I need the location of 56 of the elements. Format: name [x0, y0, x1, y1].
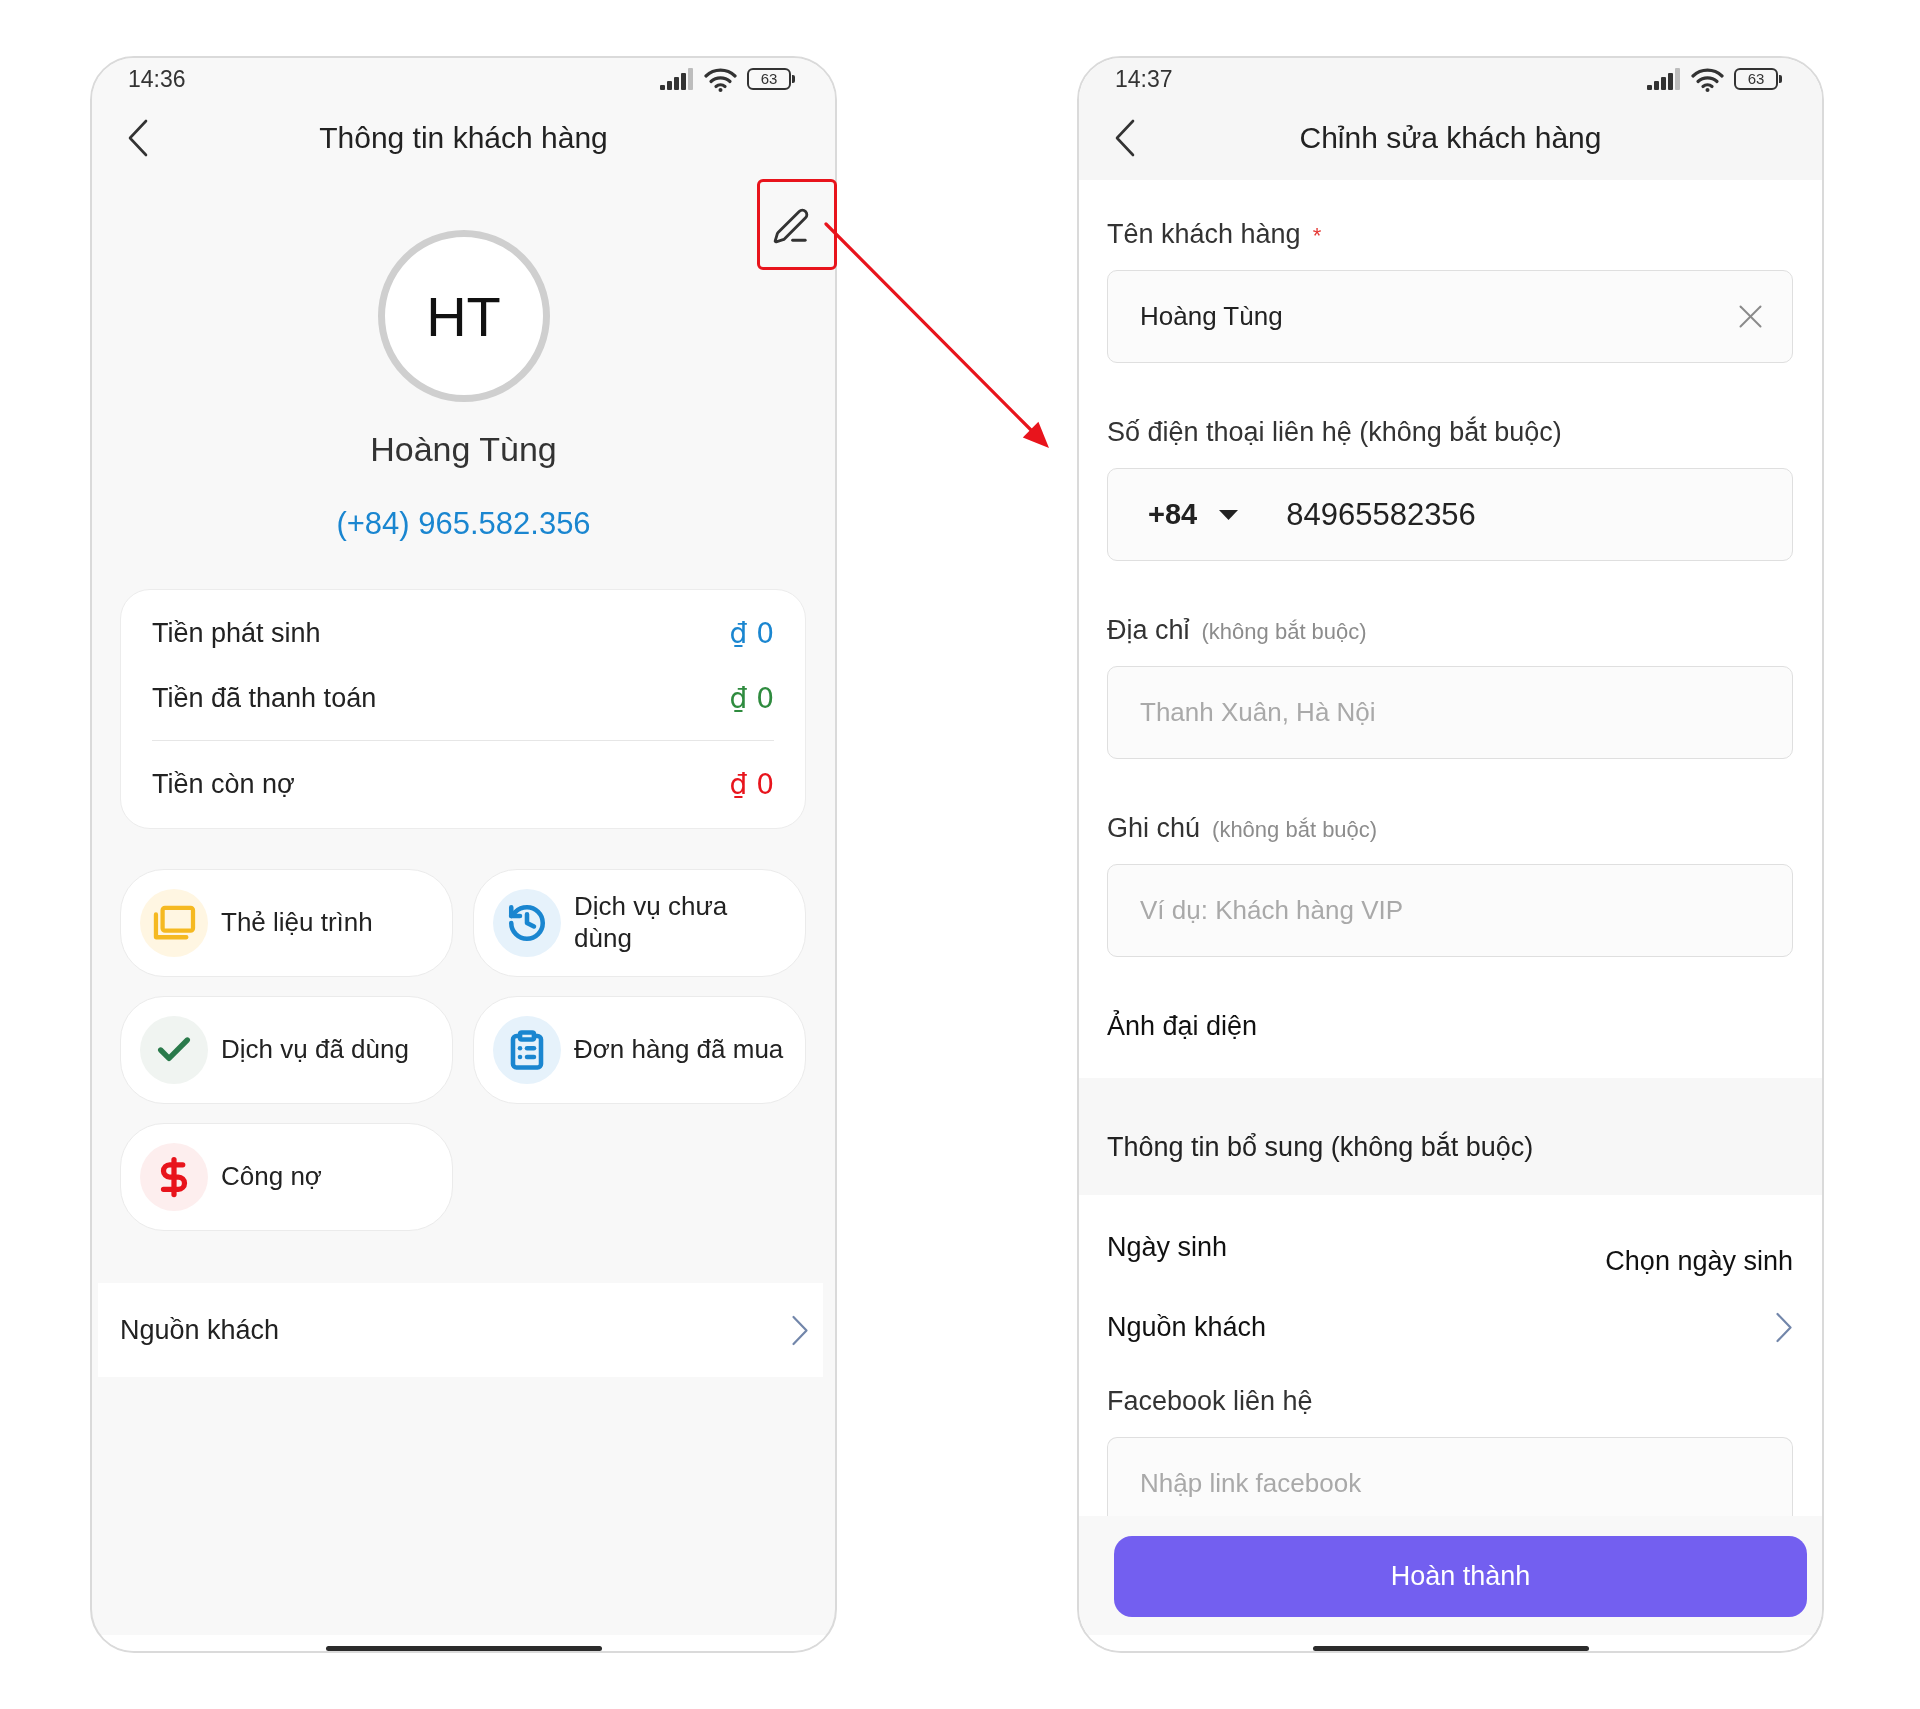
clear-icon[interactable]: [1739, 305, 1762, 328]
customer-name: Hoàng Tùng: [370, 429, 557, 469]
shortcut-tile[interactable]: Dịch vụ chưa dùng: [473, 869, 806, 977]
chevron-right-icon: [1775, 1311, 1793, 1343]
required-asterisk: *: [1312, 223, 1322, 249]
field-label: Facebook liên hệ: [1107, 1385, 1313, 1418]
shortcut-tile[interactable]: Công nợ: [120, 1123, 453, 1231]
summary-amount: ₫ 0: [729, 682, 774, 715]
pencil-icon: [772, 207, 810, 245]
input-field[interactable]: Hoàng Tùng: [1107, 270, 1793, 363]
field-label: Ghi chú: [1107, 812, 1201, 845]
summary-label: Tiền phát sinh: [152, 618, 321, 649]
summary-amount: ₫ 0: [729, 768, 774, 801]
field-label: Số điện thoại liên hệ (không bắt buộc): [1107, 415, 1562, 449]
date-picker[interactable]: Chọn ngày sinh: [1605, 1244, 1793, 1278]
field-label: Ngày sinh: [1107, 1231, 1228, 1264]
field-label: Địa chỉ: [1107, 614, 1190, 647]
signal-icon: [660, 68, 694, 90]
optional-hint: (không bắt buộc): [1212, 817, 1378, 843]
chevron-right-icon: [791, 1314, 809, 1346]
shortcut-tile[interactable]: Đơn hàng đã mua: [473, 996, 806, 1104]
submit-button[interactable]: Hoàn thành: [1114, 1536, 1807, 1617]
caret-icon: [1219, 509, 1239, 520]
source-row[interactable]: Nguồn khách: [1107, 1310, 1793, 1344]
battery-indicator: 63: [747, 68, 795, 90]
phone-number-input[interactable]: 84965582356: [1286, 496, 1761, 533]
back-icon: [1114, 119, 1136, 157]
signal-icon: [1647, 68, 1681, 90]
wifi-icon: [704, 66, 737, 92]
source-row[interactable]: Nguồn khách: [98, 1283, 823, 1377]
section-title: Thông tin bổ sung (không bắt buộc): [1107, 1132, 1534, 1162]
status-time: 14:36: [128, 66, 186, 92]
optional-hint: (không bắt buộc): [1201, 619, 1367, 645]
input-field[interactable]: Ví dụ: Khách hàng VIP: [1107, 864, 1793, 957]
back-button[interactable]: [127, 119, 149, 157]
phone-link[interactable]: (+84) 965.582.356: [336, 505, 591, 543]
shortcut-tile[interactable]: Thẻ liệu trình: [120, 869, 453, 977]
country-code-select[interactable]: +84: [1148, 498, 1239, 531]
back-icon: [127, 119, 149, 157]
summary-label: Tiền còn nợ: [152, 769, 295, 800]
field-label: Ảnh đại diện: [1107, 1009, 1258, 1043]
shortcut-tile[interactable]: Dịch vụ đã dùng: [120, 996, 453, 1104]
screen-title: Chỉnh sửa khách hàng: [1299, 120, 1602, 156]
wifi-icon: [1691, 66, 1724, 92]
input-field[interactable]: Thanh Xuân, Hà Nội: [1107, 666, 1793, 759]
summary-amount: ₫ 0: [729, 617, 774, 650]
back-button[interactable]: [1114, 119, 1136, 157]
status-time: 14:37: [1115, 66, 1173, 92]
input-field[interactable]: Nhập link facebook: [1107, 1437, 1793, 1516]
avatar: HT: [377, 230, 550, 402]
summary-label: Tiền đã thanh toán: [152, 683, 377, 714]
field-label: Tên khách hàng: [1107, 218, 1301, 251]
screen-title: Thông tin khách hàng: [319, 120, 608, 156]
edit-button[interactable]: [772, 207, 810, 245]
phone-field[interactable]: +84 84965582356: [1107, 468, 1793, 561]
battery-indicator: 63: [1734, 68, 1782, 90]
